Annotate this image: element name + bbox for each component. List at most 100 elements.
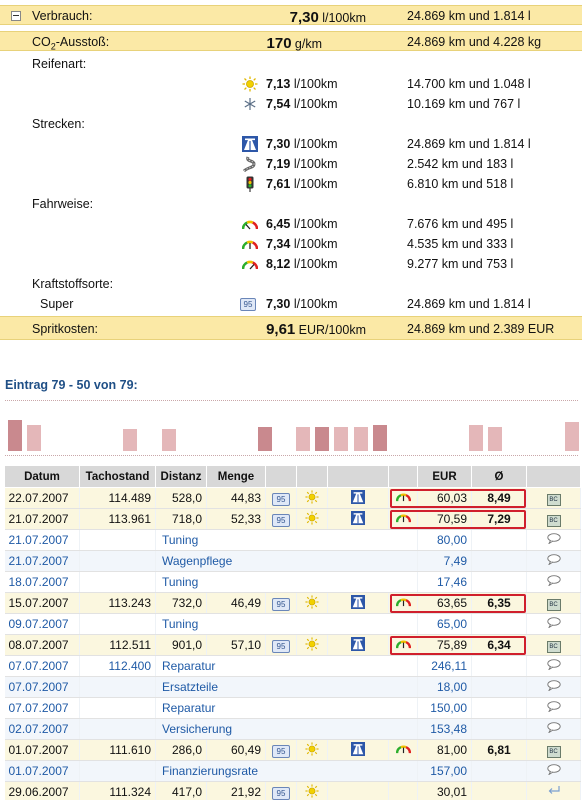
odometer-cell: 113.243: [79, 592, 156, 614]
column-header[interactable]: Menge: [206, 465, 266, 488]
expense-type-cell[interactable]: Finanzierungsrate: [155, 760, 418, 782]
cost-cell: 17,46: [417, 571, 472, 593]
date-cell[interactable]: 07.07.2007: [4, 655, 80, 677]
histogram-bar[interactable]: [372, 425, 387, 451]
comment-icon[interactable]: [526, 613, 581, 635]
fuel-type-cell: 95: [265, 487, 297, 509]
table-row[interactable]: 02.07.2007 Versicherung 153,48: [4, 718, 581, 740]
spritkosten-number: 9,61: [266, 321, 296, 338]
histogram-bar[interactable]: [296, 427, 310, 451]
fahrweise-row-normal: 7,34 l/100km 4.535 km und 333 l: [0, 234, 582, 254]
amount-cell: 21,92: [206, 781, 266, 800]
table-row[interactable]: 07.07.2007 112.400 Reparatur 246,11: [4, 655, 581, 677]
cost-cell: 246,11: [417, 655, 472, 677]
histogram-bar[interactable]: [488, 427, 502, 451]
date-cell[interactable]: 21.07.2007: [4, 529, 80, 551]
amount-cell: 52,33: [206, 508, 266, 530]
comment-icon[interactable]: [526, 655, 581, 677]
verbrauch-unit: l/100km: [322, 11, 366, 25]
table-row[interactable]: 21.07.2007 113.961 718,0 52,33 95 70,59 7,29 BC: [4, 508, 581, 530]
date-cell[interactable]: 02.07.2007: [4, 718, 80, 740]
date-cell[interactable]: 01.07.2007: [4, 760, 80, 782]
table-row[interactable]: 18.07.2007 Tuning 17,46: [4, 571, 581, 593]
column-header[interactable]: Datum: [4, 465, 80, 488]
histogram-bar[interactable]: [8, 420, 22, 451]
column-header[interactable]: [526, 465, 581, 488]
table-row[interactable]: 09.07.2007 Tuning 65,00: [4, 613, 581, 635]
expense-type-cell[interactable]: Reparatur: [155, 655, 418, 677]
histogram-bar[interactable]: [123, 429, 138, 451]
table-row[interactable]: 15.07.2007 113.243 732,0 46,49 95 63,65 6,35 BC: [4, 592, 581, 614]
comment-icon[interactable]: [526, 718, 581, 740]
reifenart-row-winter: 7,54 l/100km 10.169 km und 767 l: [0, 94, 582, 114]
column-header[interactable]: [388, 465, 418, 488]
column-header[interactable]: EUR: [417, 465, 472, 488]
gauge-icon: [388, 487, 418, 509]
comment-icon[interactable]: [526, 529, 581, 551]
empty-cell: [471, 529, 527, 551]
comment-icon[interactable]: [526, 676, 581, 698]
table-row[interactable]: 22.07.2007 114.489 528,0 44,83 95 60,03 8,49 BC: [4, 487, 581, 509]
table-row[interactable]: 08.07.2007 112.511 901,0 57,10 95 75,89 6,34 BC: [4, 634, 581, 656]
histogram-bar[interactable]: [257, 427, 272, 451]
date-cell[interactable]: 21.07.2007: [4, 550, 80, 572]
bc-icon[interactable]: BC: [526, 487, 581, 509]
bc-icon[interactable]: BC: [526, 592, 581, 614]
table-row[interactable]: 07.07.2007 Reparatur 150,00: [4, 697, 581, 719]
fahrweise-sporty-range: 9.277 km und 753 l: [407, 257, 514, 271]
cost-cell: 157,00: [417, 760, 472, 782]
expense-type-cell[interactable]: Reparatur: [155, 697, 418, 719]
date-cell[interactable]: 07.07.2007: [4, 676, 80, 698]
table-row[interactable]: 21.07.2007 Wagenpflege 7,49: [4, 550, 581, 572]
fahrweise-normal-value: 7,34 l/100km: [266, 237, 338, 251]
histogram-bar[interactable]: [468, 425, 483, 451]
column-header[interactable]: [327, 465, 389, 488]
comment-icon[interactable]: [526, 760, 581, 782]
comment-icon[interactable]: [526, 550, 581, 572]
comment-icon[interactable]: [526, 697, 581, 719]
table-header-row: Datum Tachostand Distanz Menge EUR Ø: [4, 465, 581, 488]
table-row[interactable]: 29.06.2007 111.324 417,0 21,92 95 30,01: [4, 781, 581, 800]
expense-type-cell[interactable]: Versicherung: [155, 718, 418, 740]
co2-number: 170: [266, 35, 292, 52]
column-header[interactable]: [265, 465, 297, 488]
co2-value: 170 g/km: [0, 35, 322, 52]
histogram-bar[interactable]: [315, 427, 330, 451]
table-row[interactable]: 07.07.2007 Ersatzteile 18,00: [4, 676, 581, 698]
fuel-95-icon: 95: [272, 639, 290, 653]
column-header[interactable]: Ø: [471, 465, 527, 488]
expense-type-cell[interactable]: Wagenpflege: [155, 550, 418, 572]
comment-icon[interactable]: [526, 571, 581, 593]
fuel-95-icon: 95: [240, 296, 256, 312]
date-cell[interactable]: 18.07.2007: [4, 571, 80, 593]
histogram-bar[interactable]: [27, 425, 42, 451]
expense-type-cell[interactable]: Tuning: [155, 571, 418, 593]
gauge-icon: [388, 634, 418, 656]
odometer-cell: [79, 697, 156, 719]
column-header[interactable]: Tachostand: [79, 465, 156, 488]
date-cell[interactable]: 09.07.2007: [4, 613, 80, 635]
expense-type-cell[interactable]: Tuning: [155, 613, 418, 635]
histogram-bar[interactable]: [161, 429, 176, 451]
date-cell[interactable]: 07.07.2007: [4, 697, 80, 719]
empty-cell: [327, 781, 389, 800]
histogram-bar[interactable]: [353, 427, 368, 451]
kraftstoff-super-range: 24.869 km und 1.814 l: [407, 297, 531, 311]
expense-type-cell[interactable]: Ersatzteile: [155, 676, 418, 698]
kraftstoff-row-super: Super 95 7,30 l/100km 24.869 km und 1.81…: [0, 294, 582, 314]
return-icon[interactable]: [526, 781, 581, 800]
expense-type-cell[interactable]: Tuning: [155, 529, 418, 551]
bc-icon[interactable]: BC: [526, 634, 581, 656]
fuel-95-icon: 95: [272, 492, 290, 506]
sun-icon: [296, 781, 328, 800]
column-header[interactable]: Distanz: [155, 465, 207, 488]
bc-icon[interactable]: BC: [526, 739, 581, 761]
bc-icon[interactable]: BC: [526, 508, 581, 530]
histogram-bar[interactable]: [564, 422, 579, 451]
kraftstoff-super-name: Super: [40, 297, 74, 311]
table-row[interactable]: 01.07.2007 111.610 286,0 60,49 95 81,00 6,81 BC: [4, 739, 581, 761]
table-row[interactable]: 01.07.2007 Finanzierungsrate 157,00: [4, 760, 581, 782]
histogram-bar[interactable]: [334, 427, 349, 451]
column-header[interactable]: [296, 465, 328, 488]
table-row[interactable]: 21.07.2007 Tuning 80,00: [4, 529, 581, 551]
